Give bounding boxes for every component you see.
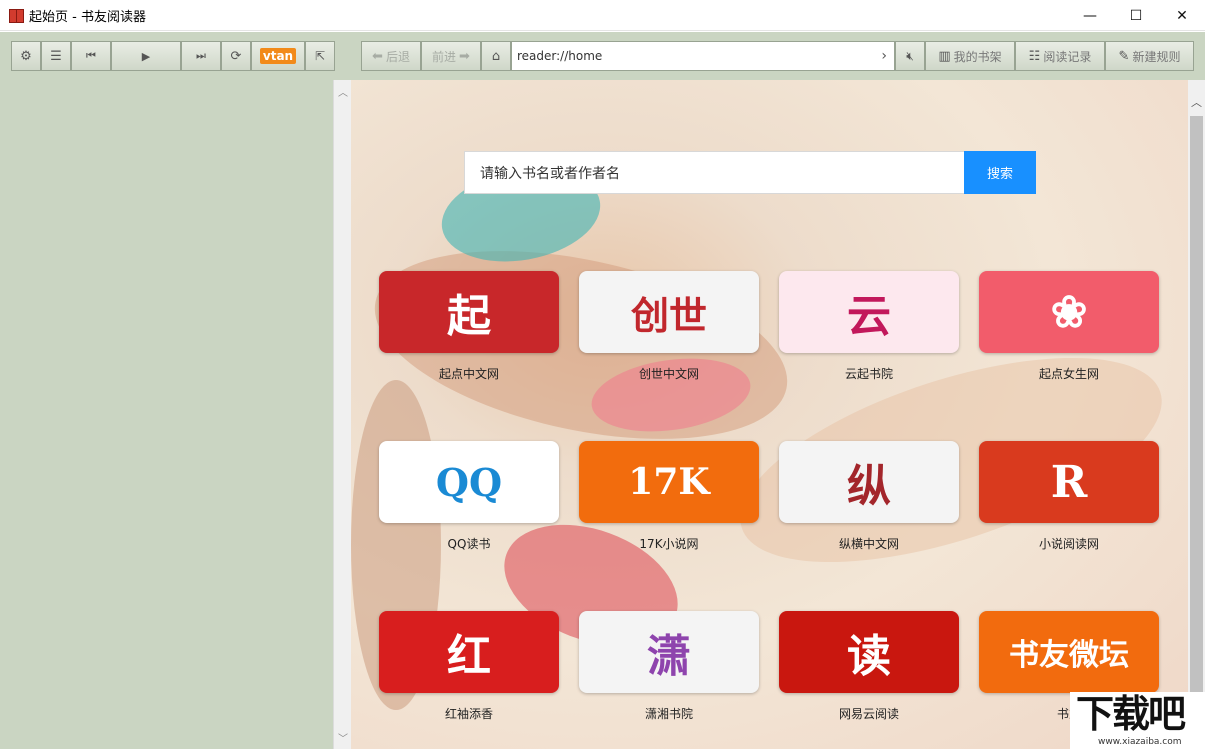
back-button[interactable]: ⬅ 后退: [361, 41, 421, 71]
site-name[interactable]: 红袖添香: [379, 705, 559, 722]
menu-icon: ☰: [50, 48, 62, 64]
chevron-right-icon[interactable]: ›: [881, 48, 887, 64]
site-tile[interactable]: 17K: [579, 441, 759, 523]
site-logo: 纵: [847, 461, 891, 512]
sidebar-scrollbar[interactable]: ︿ ﹀: [333, 80, 351, 749]
skip-forward-icon: ⏭: [196, 49, 206, 62]
vtan-logo: vtan: [259, 48, 297, 64]
site-logo: 书友微坛: [1009, 638, 1129, 673]
site-name[interactable]: 17K小说网: [579, 535, 759, 552]
site-name[interactable]: 小说阅读网: [979, 535, 1159, 552]
close-button[interactable]: ✕: [1159, 0, 1205, 31]
toolbar: ⚙ ☰ ⏮ ▶ ⏭ ⟳ vtan ⇱ ⬅ 后退 前进 ➡ ⌂ reader://…: [0, 32, 1205, 80]
bookshelf-icon: ▥: [938, 48, 951, 64]
site-name[interactable]: 起点中文网: [379, 365, 559, 382]
site-tile[interactable]: 潇: [579, 611, 759, 693]
minimize-button[interactable]: —: [1067, 0, 1113, 31]
forward-button[interactable]: 前进 ➡: [421, 41, 481, 71]
back-label: 后退: [385, 49, 410, 64]
site-name[interactable]: 潇湘书院: [579, 705, 759, 722]
new-rule-button[interactable]: ✎ 新建规则: [1105, 41, 1194, 71]
bookshelf-label: 我的书架: [953, 49, 1002, 64]
site-tile[interactable]: 红: [379, 611, 559, 693]
home-page: 请输入书名或者作者名 搜索 起起点中文网 创世创世中文网 云云起书院 ❀ 起点女生网 QQ…: [351, 80, 1188, 749]
maximize-button[interactable]: ☐: [1113, 0, 1159, 31]
export-button[interactable]: ⇱: [305, 41, 335, 71]
search-button[interactable]: 搜索: [964, 151, 1036, 194]
arrow-right-icon: ➡: [459, 48, 470, 64]
watermark: 下载吧 www.xiazaiba.com: [1070, 692, 1205, 749]
site-tile[interactable]: ❀: [979, 271, 1159, 353]
site-tile[interactable]: 读: [779, 611, 959, 693]
refresh-button[interactable]: ⟳: [221, 41, 251, 71]
play-button[interactable]: ▶: [111, 41, 181, 71]
edit-icon: ✎: [1118, 48, 1130, 64]
home-icon: ⌂: [491, 48, 501, 64]
site-tile[interactable]: 起: [379, 271, 559, 353]
scroll-up-icon[interactable]: ︿: [1191, 94, 1202, 110]
vtan-button[interactable]: vtan: [251, 41, 305, 71]
site-name[interactable]: 云起书院: [779, 365, 959, 382]
mute-button[interactable]: 🔇︎: [895, 41, 925, 71]
search-box: 请输入书名或者作者名 搜索: [464, 151, 1036, 194]
site-logo: R: [1050, 456, 1088, 508]
menu-button[interactable]: ☰: [41, 41, 71, 71]
history-button[interactable]: ☷ 阅读记录: [1015, 41, 1105, 71]
history-label: 阅读记录: [1043, 49, 1092, 64]
skip-back-icon: ⏮: [86, 49, 96, 62]
window-title: 起始页 - 书友阅读器: [29, 9, 146, 25]
address-bar[interactable]: reader://home ›: [511, 41, 895, 71]
refresh-icon: ⟳: [230, 48, 242, 64]
site-name[interactable]: 创世中文网: [579, 365, 759, 382]
gear-icon: ⚙: [20, 48, 32, 64]
site-name[interactable]: 网易云阅读: [779, 705, 959, 722]
page-scrollbar[interactable]: ︿: [1188, 80, 1205, 749]
site-tile[interactable]: 创世: [579, 271, 759, 353]
site-tile[interactable]: 纵: [779, 441, 959, 523]
scroll-up-icon[interactable]: ︿: [338, 84, 348, 99]
site-tile[interactable]: QQ: [379, 441, 559, 523]
site-tile[interactable]: 书友微坛: [979, 611, 1159, 693]
title-bar: 起始页 - 书友阅读器 — ☐ ✕: [0, 0, 1205, 31]
window-controls: — ☐ ✕: [1067, 0, 1205, 31]
forward-label: 前进: [432, 49, 457, 64]
site-logo: 云: [847, 291, 891, 342]
site-logo: 17K: [628, 461, 710, 503]
site-name[interactable]: 起点女生网: [979, 365, 1159, 382]
site-logo: ❀: [1050, 286, 1088, 338]
site-logo: QQ: [435, 459, 503, 505]
search-input[interactable]: 请输入书名或者作者名: [464, 151, 964, 194]
next-chapter-button[interactable]: ⏭: [181, 41, 221, 71]
site-logo: 起: [447, 291, 491, 342]
site-logo: 创世: [630, 292, 707, 338]
watermark-url: www.xiazaiba.com: [1098, 737, 1182, 747]
book-icon: [9, 9, 24, 23]
site-tile[interactable]: R: [979, 441, 1159, 523]
site-tile[interactable]: 云: [779, 271, 959, 353]
scroll-down-icon[interactable]: ﹀: [338, 730, 348, 745]
scrollbar-thumb[interactable]: [1190, 116, 1203, 749]
sidebar-panel: [0, 80, 333, 749]
previous-chapter-button[interactable]: ⏮: [71, 41, 111, 71]
address-input[interactable]: reader://home: [517, 49, 602, 63]
arrow-left-icon: ⬅: [372, 48, 383, 64]
export-icon: ⇱: [314, 49, 326, 63]
site-logo: 潇: [647, 631, 691, 682]
site-logo: 红: [447, 631, 491, 682]
settings-button[interactable]: ⚙: [11, 41, 41, 71]
new-rule-label: 新建规则: [1132, 49, 1181, 64]
bookshelf-button[interactable]: ▥ 我的书架: [925, 41, 1015, 71]
watermark-logo: 下载吧: [1076, 692, 1186, 736]
site-name[interactable]: 纵横中文网: [779, 535, 959, 552]
site-logo: 读: [847, 631, 891, 682]
play-icon: ▶: [141, 49, 151, 63]
home-button[interactable]: ⌂: [481, 41, 511, 71]
mute-icon: 🔇︎: [906, 48, 914, 63]
site-name[interactable]: QQ读书: [379, 535, 559, 552]
list-icon: ☷: [1028, 48, 1041, 64]
